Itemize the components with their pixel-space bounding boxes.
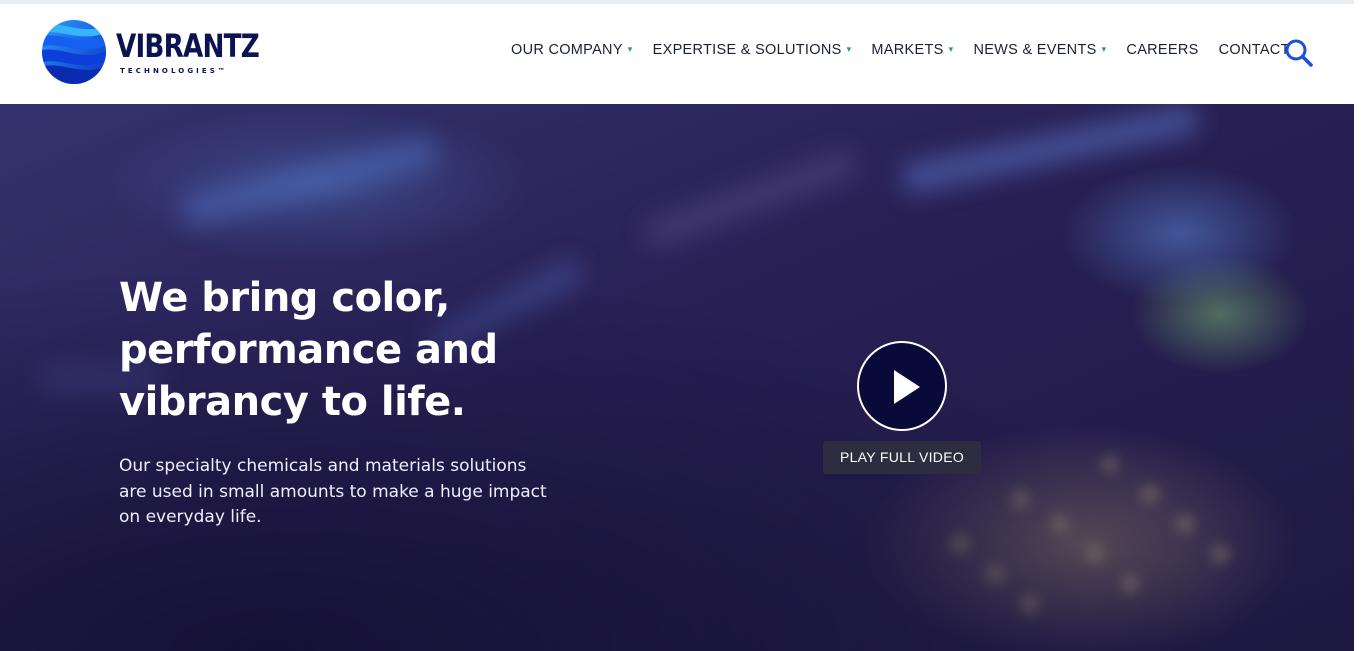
play-icon [894,370,920,404]
nav-item-label: EXPERTISE & SOLUTIONS [652,42,842,58]
play-full-video-label[interactable]: PLAY FULL VIDEO [823,441,981,474]
vibrantz-logo[interactable]: VIBRANTZ TECHNOLOGIES™ [42,20,260,86]
nav-item-label: OUR COMPANY [511,42,623,58]
hero-subtext: Our specialty chemicals and materials so… [119,456,547,527]
caret-down-icon: ▾ [846,43,852,54]
play-video-button[interactable] [857,341,947,431]
caret-down-icon: ▾ [1101,43,1107,54]
site-header: VIBRANTZ TECHNOLOGIES™ OUR COMPANY ▾ EXP… [0,4,1354,104]
caret-down-icon: ▾ [948,43,954,54]
nav-item-label: CAREERS [1126,42,1199,58]
hero-headline: We bring color, performance and vibrancy… [119,275,498,425]
search-button[interactable] [1284,38,1314,68]
nav-our-company[interactable]: OUR COMPANY ▾ [511,42,653,58]
scrollbar-gutter [1354,0,1366,651]
nav-item-label: CONTACT [1218,42,1290,58]
globe-stripes-icon [42,20,106,84]
nav-item-label: MARKETS [871,42,944,58]
brand-tagline: TECHNOLOGIES™ [120,67,228,75]
hero-section: We bring color, performance and vibrancy… [0,104,1354,651]
search-icon [1285,39,1313,67]
caret-down-icon: ▾ [627,43,633,54]
main-nav: OUR COMPANY ▾ EXPERTISE & SOLUTIONS ▾ MA… [511,40,1290,60]
brand-name: VIBRANTZ [116,27,260,65]
nav-news-events[interactable]: NEWS & EVENTS ▾ [973,42,1126,58]
page: VIBRANTZ TECHNOLOGIES™ OUR COMPANY ▾ EXP… [0,0,1366,651]
nav-markets[interactable]: MARKETS ▾ [871,42,973,58]
nav-expertise-solutions[interactable]: EXPERTISE & SOLUTIONS ▾ [653,42,872,58]
nav-careers[interactable]: CAREERS [1126,42,1198,58]
nav-contact[interactable]: CONTACT [1219,42,1290,58]
nav-item-label: NEWS & EVENTS [973,42,1097,58]
